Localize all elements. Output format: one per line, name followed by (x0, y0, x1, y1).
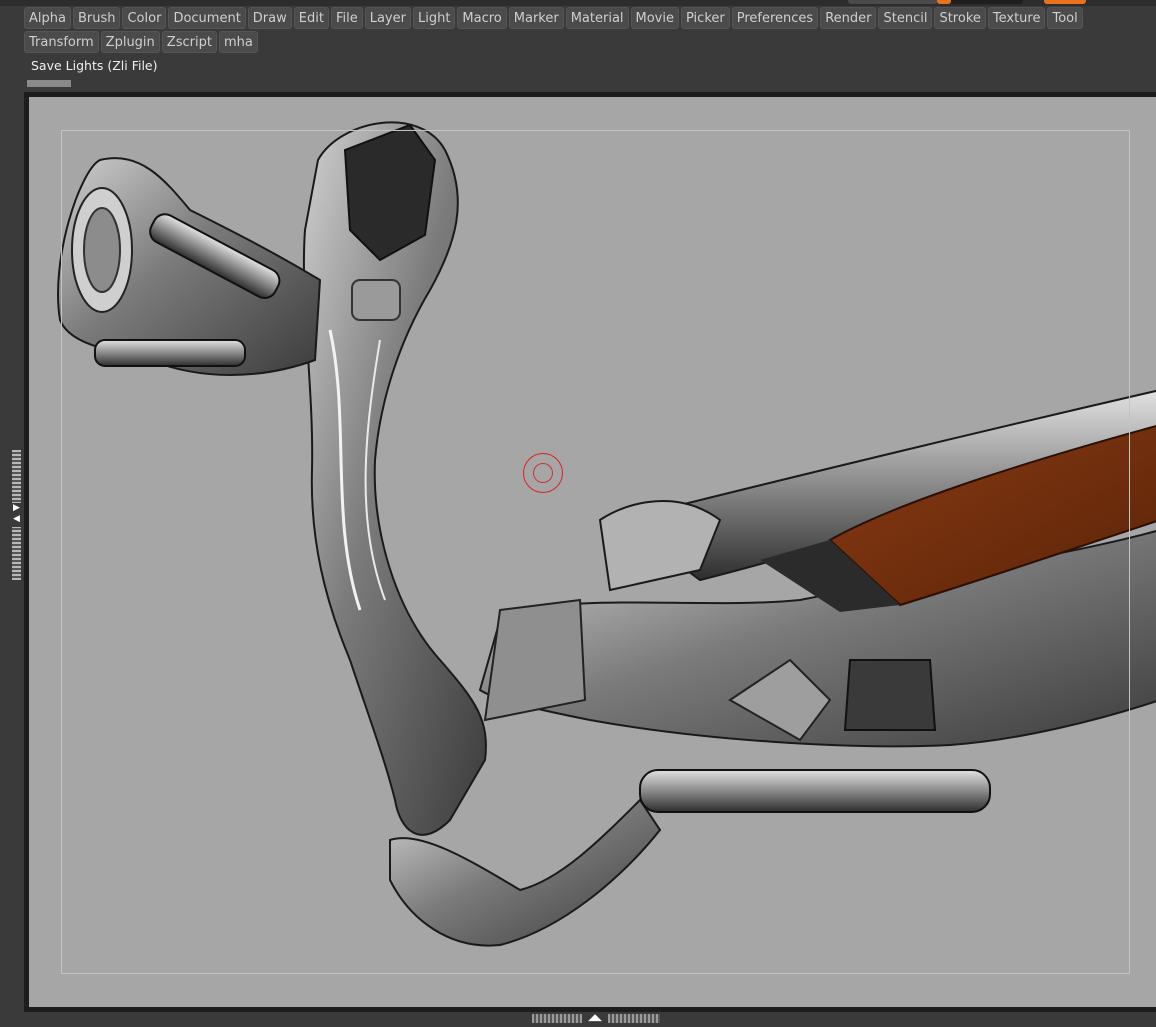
expand-collapse-left-icon[interactable]: ▶ ◀ (11, 503, 22, 527)
arm-upper-left-bracket (57, 157, 322, 376)
sculpted-mechanical-arm-render (57, 121, 1156, 947)
brush-cursor-inner (533, 463, 553, 483)
arm-vertical-strut (302, 121, 487, 836)
arm-horizontal-beam (478, 389, 1156, 813)
expand-collapse-bottom-icon[interactable]: ◢◣ (582, 1013, 608, 1024)
